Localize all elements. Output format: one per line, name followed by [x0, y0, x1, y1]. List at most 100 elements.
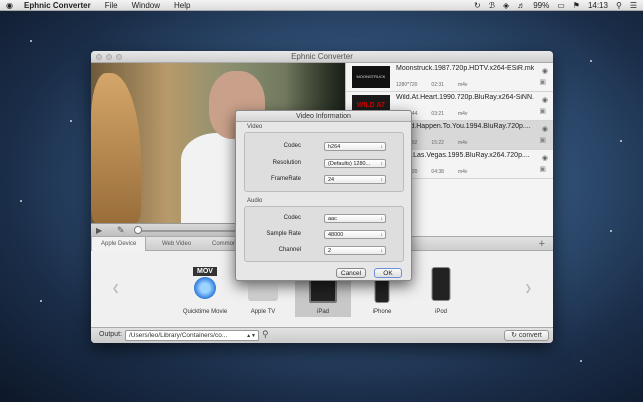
file-meta: 1280*720 02:31 m4v [396, 82, 546, 88]
menu-file[interactable]: File [105, 1, 118, 10]
scroll-right-arrow-icon[interactable]: ❯ [524, 283, 532, 294]
scroll-left-arrow-icon[interactable]: ❮ [112, 283, 120, 294]
tab-apple-device[interactable]: Apple Device [91, 237, 147, 251]
file-format: m4v [457, 169, 468, 175]
bluetooth-icon[interactable]: ℬ [489, 1, 495, 10]
device-ipod[interactable]: iPod [413, 251, 469, 317]
file-row[interactable]: MOONSTRUCK Moonstruck.1987.720p.HDTV.x26… [346, 63, 553, 92]
menu-help[interactable]: Help [174, 1, 190, 10]
channel-select[interactable]: 2 ↕ [324, 246, 386, 255]
output-path-select[interactable]: /Users/leo/Library/Containers/co... ▲▼ [125, 330, 259, 341]
menu-app-name[interactable]: Ephnic Converter [24, 1, 91, 10]
file-format: m4v [457, 111, 468, 117]
chevron-updown-icon: ▲▼ [246, 333, 256, 339]
resolution-select[interactable]: (Defaults) 1280... ↕ [324, 159, 386, 168]
framerate-label: FrameRate [270, 176, 301, 182]
audio-group-label: Audio [247, 198, 263, 204]
file-name: Could.Happen.To.You.1994.BluRay.720p.... [396, 123, 531, 130]
volume-icon[interactable]: ♬ [517, 1, 525, 10]
file-format: m4v [457, 82, 468, 88]
chevron-updown-icon: ↕ [380, 232, 384, 238]
preview-eye-icon[interactable]: ◉ [542, 96, 548, 104]
file-duration: 03:21 [431, 111, 444, 117]
search-icon[interactable]: ⚲ [262, 329, 269, 340]
file-duration: 04:38 [431, 169, 444, 175]
ok-button[interactable]: OK [374, 268, 402, 278]
file-meta: 1280*544 03:21 m4v [396, 111, 546, 117]
battery-percent[interactable]: 99% [533, 1, 549, 10]
preview-eye-icon[interactable]: ◉ [542, 67, 548, 75]
menu-window[interactable]: Window [132, 1, 160, 10]
sample-rate-select[interactable]: 48000 ↕ [324, 230, 386, 239]
minimize-window-button[interactable] [106, 54, 112, 60]
convert-label: convert [518, 332, 542, 339]
file-name: Moonstruck.1987.720p.HDTV.x264-ESiR.mkv [396, 65, 534, 72]
ipod-icon [431, 267, 451, 301]
chevron-updown-icon: ↕ [380, 248, 384, 254]
audio-codec-select[interactable]: aac ↕ [324, 214, 386, 223]
file-resolution: 1280*720 [396, 82, 418, 88]
star [20, 200, 22, 202]
chevron-updown-icon: ↕ [380, 216, 384, 222]
star [40, 300, 42, 302]
channel-label: Channel [278, 247, 301, 253]
play-icon[interactable]: ▶ [96, 226, 102, 235]
chevron-updown-icon: ↕ [380, 161, 384, 167]
video-group-label: Video [247, 124, 263, 130]
close-window-button[interactable] [96, 54, 102, 60]
clock[interactable]: 14:13 [588, 1, 608, 10]
file-duration: 02:31 [431, 82, 444, 88]
video-codec-select[interactable]: h264 ↕ [324, 142, 386, 151]
window-titlebar: Ephnic Converter [91, 51, 553, 63]
audio-codec-label: Codec [283, 215, 301, 221]
spotlight-icon[interactable]: ⚲ [616, 1, 622, 10]
device-label: Quicktime Movie [182, 309, 228, 315]
edit-pencil-icon[interactable]: ✎ [117, 225, 125, 236]
file-meta: 1280*720 04:38 m4v [396, 169, 546, 175]
preview-eye-icon[interactable]: ◉ [542, 125, 548, 133]
star [580, 360, 582, 362]
output-bar: Output: /Users/leo/Library/Containers/co… [91, 327, 553, 343]
wifi-icon[interactable]: ◈ [503, 1, 509, 10]
convert-icon: ↻ [511, 332, 517, 339]
quicktime-icon [194, 277, 216, 299]
zoom-window-button[interactable] [116, 54, 122, 60]
trash-icon[interactable]: ▣ [539, 78, 546, 86]
video-information-dialog: Video Information Video Codec h264 ↕ Reso… [235, 110, 412, 281]
file-name: Wild.At.Heart.1990.720p.BluRay.x264-SiNN… [396, 94, 534, 101]
file-duration: 15:22 [431, 140, 444, 146]
device-label: iPod [434, 309, 447, 315]
battery-icon[interactable]: ▭ [557, 1, 565, 10]
star [590, 60, 592, 62]
preview-eye-icon[interactable]: ◉ [542, 154, 548, 162]
star [30, 40, 32, 42]
window-title: Ephnic Converter [291, 52, 353, 61]
apple-tv-icon [248, 283, 278, 301]
trash-icon[interactable]: ▣ [539, 107, 546, 115]
notification-center-icon[interactable]: ☰ [630, 1, 637, 10]
file-name: ...ing.Las.Vegas.1995.BluRay.x264.720p..… [396, 152, 530, 159]
framerate-select[interactable]: 24 ↕ [324, 175, 386, 184]
flag-icon[interactable]: ⚑ [573, 1, 580, 10]
device-label: iPhone [372, 309, 392, 315]
add-profile-icon[interactable]: + [539, 237, 545, 251]
apple-menu-icon[interactable]: ◉ [6, 1, 16, 10]
tab-web-video[interactable]: Web Video [153, 237, 200, 251]
file-format: m4v [457, 140, 468, 146]
time-machine-icon[interactable]: ↻ [474, 1, 481, 10]
seek-knob[interactable] [134, 226, 142, 234]
resolution-label: Resolution [272, 160, 301, 166]
video-codec-label: Codec [283, 143, 301, 149]
video-settings-group: Codec h264 ↕ Resolution (Defaults) 1280..… [244, 132, 404, 192]
dialog-title: Video Information [236, 111, 411, 122]
file-thumbnail: MOONSTRUCK [352, 66, 390, 88]
menubar-status: ↻ ℬ ◈ ♬ 99% ▭ ⚑ 14:13 ⚲ ☰ [474, 0, 637, 11]
convert-button[interactable]: ↻ convert [504, 330, 549, 341]
device-quicktime[interactable]: MOV Quicktime Movie [177, 251, 233, 317]
chevron-updown-icon: ↕ [380, 144, 384, 150]
cancel-button[interactable]: Cancel [336, 268, 366, 278]
mov-badge: MOV [193, 267, 217, 276]
sample-rate-label: Sample Rate [266, 231, 301, 237]
trash-icon[interactable]: ▣ [539, 165, 546, 173]
trash-icon[interactable]: ▣ [539, 136, 546, 144]
